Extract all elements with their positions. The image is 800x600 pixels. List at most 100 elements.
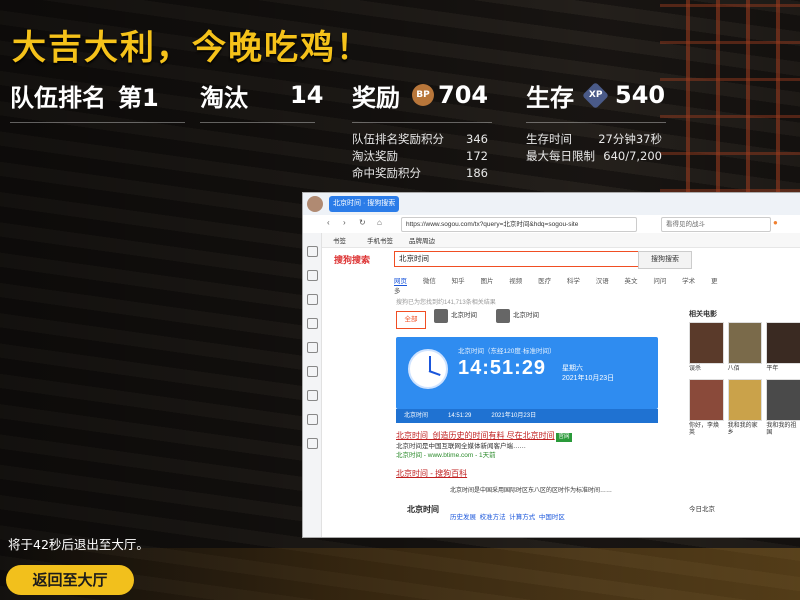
reward-details: 队伍排名奖励积分 346 淘汰奖励 172 命中奖励积分 186 <box>352 131 488 182</box>
result-description: 北京时间是中国互联网全媒体新闻客户端…… <box>396 443 526 450</box>
weekday: 星期六 <box>562 365 583 372</box>
divider <box>200 122 315 123</box>
divider <box>352 122 492 123</box>
detail-row: 生存时间 27分钟37秒 <box>526 132 662 146</box>
return-to-lobby-button[interactable]: 返回至大厅 <box>6 565 134 595</box>
account-item[interactable]: 北京时间 <box>434 309 494 323</box>
home-icon[interactable]: ⌂ <box>377 218 382 227</box>
detail-row: 最大每日限制 640/7,200 <box>526 149 662 163</box>
camera-icon[interactable] <box>306 342 318 353</box>
exit-countdown-text: 将于42秒后退出至大厅。 <box>8 537 149 552</box>
tab-wechat[interactable]: 微信 <box>423 278 436 285</box>
account-avatar <box>434 309 448 323</box>
bookmark-item[interactable]: 书签 <box>333 235 346 245</box>
detail-row: 队伍排名奖励积分 346 <box>352 132 488 146</box>
account-item[interactable]: 北京时间 <box>496 309 556 323</box>
search-tabs: 网页 微信 知乎 图片 视频 医疗 科学 汉语 英文 问问 学术 更多 <box>394 275 734 295</box>
bookmark-item[interactable]: 品牌周边 <box>409 235 435 245</box>
back-icon[interactable]: ‹ <box>327 218 330 227</box>
baike-card: 北京时间 北京时间是中国采用国际时区东八区的区时作为标准时间…… 历史发展 校准… <box>396 485 662 537</box>
star-icon[interactable] <box>306 246 318 257</box>
reward-stat: 奖励 BP 704 <box>352 78 488 112</box>
movie-poster[interactable] <box>689 322 724 364</box>
kills-stat: 淘汰 14 <box>200 78 323 112</box>
baike-link[interactable]: 历史发展 <box>450 514 476 521</box>
browser-sidebar <box>303 233 322 537</box>
movie-caption[interactable]: 平年 <box>766 366 800 373</box>
tab-english[interactable]: 英文 <box>625 278 638 285</box>
toolbar-search-input[interactable]: 看得见的战斗 <box>661 217 771 232</box>
movie-poster[interactable] <box>766 379 800 421</box>
related-title: 相关电影 <box>689 311 717 318</box>
weibo-icon[interactable] <box>306 414 318 425</box>
bookmarks-bar: 书签 手机书签 品牌周边 <box>303 233 800 248</box>
note-icon[interactable] <box>306 390 318 401</box>
book-icon[interactable] <box>306 270 318 281</box>
tab-science[interactable]: 科学 <box>567 278 580 285</box>
tab-academic[interactable]: 学术 <box>682 278 695 285</box>
movie-poster[interactable] <box>727 379 763 421</box>
survival-label: 生存 <box>526 83 574 112</box>
game-icon[interactable]: ● <box>773 218 778 227</box>
bp-icon: BP <box>412 84 434 106</box>
movie-caption[interactable]: 误杀 <box>689 366 724 373</box>
tab-wenwen[interactable]: 问问 <box>653 278 666 285</box>
avatar[interactable] <box>307 196 323 212</box>
address-bar[interactable]: https://www.sogou.com/tx?query=北京时间&hdq=… <box>401 217 637 232</box>
mail-icon[interactable] <box>306 438 318 449</box>
survival-value: 540 <box>615 81 666 109</box>
baike-links: 历史发展 校准方法 计算方式 中国时区 <box>450 511 565 521</box>
tab-medical[interactable]: 医疗 <box>538 278 551 285</box>
result-title-link[interactable]: 北京时间_创造历史的时间有料 尽在北京时间 <box>396 431 555 440</box>
account-avatar <box>496 309 510 323</box>
baike-link[interactable]: 校准方法 <box>480 514 506 521</box>
xp-icon: XP <box>582 81 609 109</box>
tab-video[interactable]: 视频 <box>509 278 522 285</box>
movie-caption[interactable]: 你好，李焕英 <box>689 423 724 437</box>
search-page: 搜狗搜索 北京时间 搜狗搜索 网页 微信 知乎 图片 视频 医疗 科学 汉语 英… <box>322 247 800 537</box>
kills-value: 14 <box>290 81 324 109</box>
results-count: 搜狗已为您找到约141,713条相关结果 <box>396 300 496 306</box>
movie-caption[interactable]: 我和我的祖国 <box>766 423 800 437</box>
reward-label: 奖励 <box>352 83 400 112</box>
browser-tabbar: 北京时间 · 搜狗搜索 <box>303 193 800 216</box>
browser-tab[interactable]: 北京时间 · 搜狗搜索 <box>329 196 399 212</box>
tab-images[interactable]: 图片 <box>480 278 493 285</box>
chat-icon[interactable] <box>306 366 318 377</box>
baike-link[interactable]: 计算方式 <box>509 514 535 521</box>
tab-chinese[interactable]: 汉语 <box>596 278 609 285</box>
refresh-icon[interactable]: ↻ <box>359 218 366 227</box>
team-rank-value: 第1 <box>118 83 159 112</box>
today-beijing-link[interactable]: 今日北京 <box>689 503 715 513</box>
current-time: 14:51:29 <box>458 357 547 379</box>
browser-window: 北京时间 · 搜狗搜索 ‹ › ↻ ⌂ https://www.sogou.co… <box>302 192 800 538</box>
movie-poster[interactable] <box>689 379 724 421</box>
movie-caption[interactable]: 我和我的家乡 <box>728 423 763 437</box>
bookmark-item[interactable]: 手机书签 <box>367 235 393 245</box>
team-rank-stat: 队伍排名 第1 <box>10 78 159 112</box>
result-title-link[interactable]: 北京时间 - 搜狗百科 <box>396 469 662 478</box>
search-input[interactable]: 北京时间 <box>394 251 640 267</box>
time-card: 北京时间（东经120度·标准时间） 14:51:29 星期六 2021年10月2… <box>396 337 658 409</box>
tab-web[interactable]: 网页 <box>394 278 407 286</box>
reward-value: 704 <box>438 81 489 109</box>
detail-row: 命中奖励积分 186 <box>352 166 488 180</box>
sogou-logo[interactable]: 搜狗搜索 <box>334 253 370 266</box>
result-url[interactable]: 北京时间 - www.btime.com - 1天前 <box>396 451 662 460</box>
divider <box>10 122 185 123</box>
official-badge: 官网 <box>556 433 572 442</box>
victory-title: 大吉大利，今晚吃鸡！ <box>12 28 372 68</box>
movie-caption[interactable]: 八佰 <box>728 366 763 373</box>
search-button[interactable]: 搜狗搜索 <box>638 251 692 269</box>
tv-icon[interactable] <box>306 318 318 329</box>
forward-icon[interactable]: › <box>343 218 346 227</box>
movie-poster[interactable] <box>727 322 763 364</box>
time-card-footer: 北京时间 14:51:29 2021年10月23日 <box>396 409 658 423</box>
tab-zhihu[interactable]: 知乎 <box>452 278 465 285</box>
baike-logo: 北京时间 <box>407 505 439 514</box>
baike-link[interactable]: 中国时区 <box>539 514 565 521</box>
movie-poster[interactable] <box>766 322 800 364</box>
tab-more[interactable]: 更多 <box>394 278 717 295</box>
search-icon[interactable] <box>306 294 318 305</box>
all-filter-button[interactable]: 全部 <box>396 311 426 329</box>
